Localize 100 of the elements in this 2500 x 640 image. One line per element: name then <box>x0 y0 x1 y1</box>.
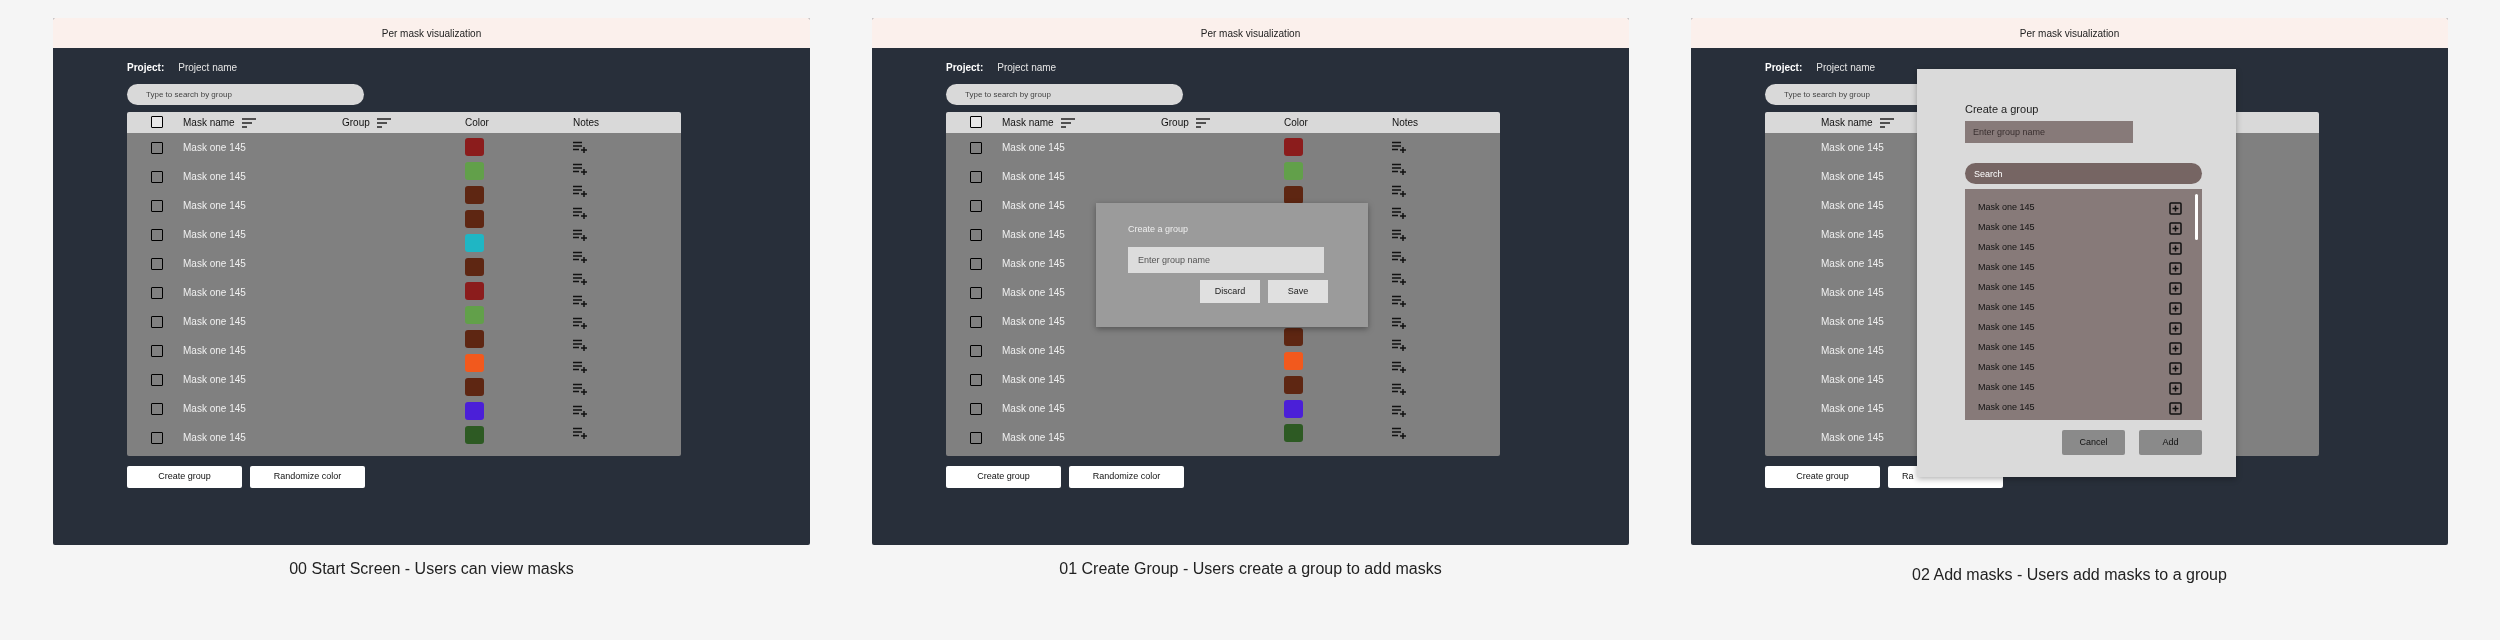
checkbox[interactable] <box>151 315 163 328</box>
button[interactable]: Add <box>2139 430 2202 455</box>
button[interactable]: Create group <box>946 466 1061 488</box>
add-note-icon[interactable] <box>573 229 587 241</box>
color-swatch[interactable] <box>465 402 484 420</box>
color-swatch[interactable] <box>1284 328 1303 346</box>
add-note-icon[interactable] <box>1392 405 1406 417</box>
color-swatch[interactable] <box>1284 162 1303 180</box>
button[interactable]: Discard <box>1200 280 1260 303</box>
add-note-icon[interactable] <box>573 251 587 263</box>
checkbox[interactable] <box>151 373 163 386</box>
color-swatch[interactable] <box>465 186 484 204</box>
add-note-icon[interactable] <box>1392 141 1406 153</box>
color-swatch[interactable] <box>465 306 484 324</box>
button[interactable]: Randomize color <box>250 466 365 488</box>
checkbox[interactable] <box>970 286 982 299</box>
checkbox[interactable] <box>151 228 163 241</box>
checkbox[interactable] <box>151 199 163 212</box>
add-icon[interactable] <box>2169 341 2182 355</box>
button[interactable]: Randomize color <box>1069 466 1184 488</box>
sort-icon[interactable] <box>240 116 257 129</box>
add-note-icon[interactable] <box>1392 185 1406 197</box>
add-note-icon[interactable] <box>1392 207 1406 219</box>
checkbox[interactable] <box>970 116 982 128</box>
add-icon[interactable] <box>2169 301 2182 315</box>
add-note-icon[interactable] <box>1392 317 1406 329</box>
color-swatch[interactable] <box>1284 138 1303 156</box>
add-icon[interactable] <box>2169 221 2182 235</box>
sort-icon[interactable] <box>1194 116 1211 129</box>
add-note-icon[interactable] <box>1392 361 1406 373</box>
color-swatch[interactable] <box>465 138 484 156</box>
add-note-icon[interactable] <box>1392 163 1406 175</box>
checkbox[interactable] <box>970 344 982 357</box>
add-icon[interactable] <box>2169 261 2182 275</box>
add-note-icon[interactable] <box>1392 273 1406 285</box>
add-icon[interactable] <box>2169 401 2182 415</box>
checkbox[interactable] <box>151 141 163 154</box>
checkbox[interactable] <box>151 116 163 128</box>
add-icon[interactable] <box>2169 361 2182 375</box>
sort-icon[interactable] <box>1059 116 1076 129</box>
add-note-icon[interactable] <box>573 405 587 417</box>
add-note-icon[interactable] <box>573 317 587 329</box>
color-swatch[interactable] <box>465 354 484 372</box>
add-note-icon[interactable] <box>1392 295 1406 307</box>
group-name-field[interactable]: Enter group name <box>1128 247 1324 273</box>
checkbox[interactable] <box>970 141 982 154</box>
color-swatch[interactable] <box>465 426 484 444</box>
add-icon[interactable] <box>2169 201 2182 215</box>
add-note-icon[interactable] <box>573 383 587 395</box>
checkbox[interactable] <box>970 170 982 183</box>
checkbox[interactable] <box>970 228 982 241</box>
color-swatch[interactable] <box>465 210 484 228</box>
color-swatch[interactable] <box>465 378 484 396</box>
button[interactable]: Create group <box>127 466 242 488</box>
group-name-field[interactable]: Enter group name <box>1965 121 2133 143</box>
add-note-icon[interactable] <box>573 339 587 351</box>
add-note-icon[interactable] <box>1392 229 1406 241</box>
color-swatch[interactable] <box>1284 186 1303 204</box>
add-note-icon[interactable] <box>573 207 587 219</box>
checkbox[interactable] <box>970 373 982 386</box>
add-note-icon[interactable] <box>573 273 587 285</box>
sort-icon[interactable] <box>375 116 392 129</box>
color-swatch[interactable] <box>465 282 484 300</box>
checkbox[interactable] <box>151 402 163 415</box>
button[interactable]: Save <box>1268 280 1328 303</box>
color-swatch[interactable] <box>1284 424 1303 442</box>
add-note-icon[interactable] <box>573 163 587 175</box>
checkbox[interactable] <box>970 199 982 212</box>
checkbox[interactable] <box>151 431 163 444</box>
color-swatch[interactable] <box>465 330 484 348</box>
checkbox[interactable] <box>151 170 163 183</box>
add-icon[interactable] <box>2169 381 2182 395</box>
checkbox[interactable] <box>970 431 982 444</box>
add-note-icon[interactable] <box>1392 339 1406 351</box>
search-field[interactable]: Search <box>1965 163 2202 184</box>
color-swatch[interactable] <box>1284 400 1303 418</box>
checkbox[interactable] <box>151 286 163 299</box>
color-swatch[interactable] <box>465 162 484 180</box>
color-swatch[interactable] <box>1284 352 1303 370</box>
add-note-icon[interactable] <box>573 295 587 307</box>
checkbox[interactable] <box>970 257 982 270</box>
add-icon[interactable] <box>2169 281 2182 295</box>
search-field[interactable]: Type to search by group <box>127 84 364 105</box>
add-note-icon[interactable] <box>1392 427 1406 439</box>
color-swatch[interactable] <box>465 234 484 252</box>
add-note-icon[interactable] <box>1392 383 1406 395</box>
add-icon[interactable] <box>2169 321 2182 335</box>
checkbox[interactable] <box>970 402 982 415</box>
button[interactable]: Create group <box>1765 466 1880 488</box>
add-note-icon[interactable] <box>573 141 587 153</box>
checkbox[interactable] <box>970 315 982 328</box>
color-swatch[interactable] <box>465 258 484 276</box>
add-note-icon[interactable] <box>1392 251 1406 263</box>
checkbox[interactable] <box>151 257 163 270</box>
add-note-icon[interactable] <box>573 361 587 373</box>
add-icon[interactable] <box>2169 241 2182 255</box>
search-field[interactable]: Type to search by group <box>946 84 1183 105</box>
add-note-icon[interactable] <box>573 427 587 439</box>
button[interactable]: Cancel <box>2062 430 2125 455</box>
sort-icon[interactable] <box>1878 116 1895 129</box>
